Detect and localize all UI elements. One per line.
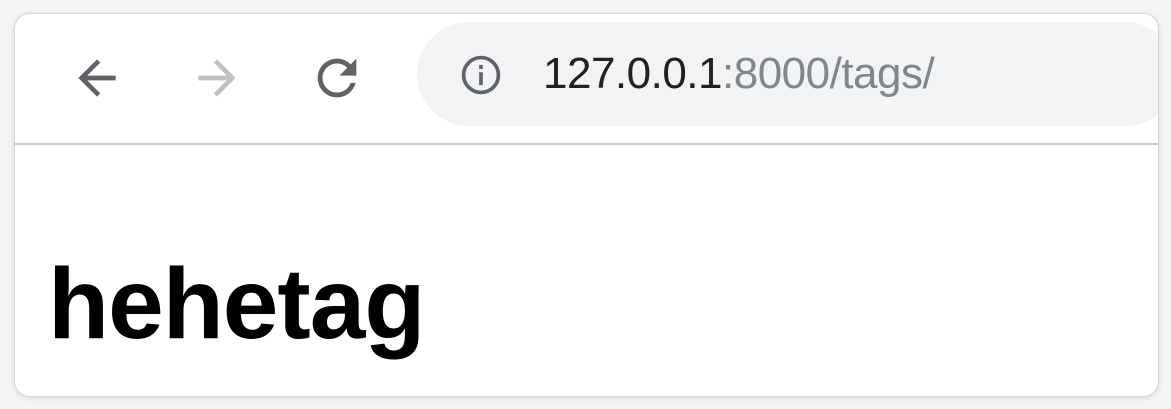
page-content: hehetag — [15, 145, 1158, 396]
reload-button[interactable] — [307, 48, 367, 108]
back-button[interactable] — [67, 48, 127, 108]
url-host: 127.0.0.1 — [543, 49, 723, 98]
reload-icon — [317, 58, 357, 98]
browser-window: 127.0.0.1:8000/tags/ hehetag — [14, 13, 1159, 397]
browser-toolbar: 127.0.0.1:8000/tags/ — [15, 14, 1158, 145]
arrow-right-icon — [198, 59, 236, 97]
info-icon[interactable] — [459, 53, 503, 97]
url-path: :8000/tags/ — [722, 49, 935, 98]
url-text[interactable]: 127.0.0.1:8000/tags/ — [543, 49, 935, 99]
page-heading: hehetag — [48, 248, 425, 360]
arrow-left-icon — [78, 59, 116, 97]
address-bar[interactable]: 127.0.0.1:8000/tags/ — [417, 22, 1158, 126]
forward-button[interactable] — [187, 48, 247, 108]
